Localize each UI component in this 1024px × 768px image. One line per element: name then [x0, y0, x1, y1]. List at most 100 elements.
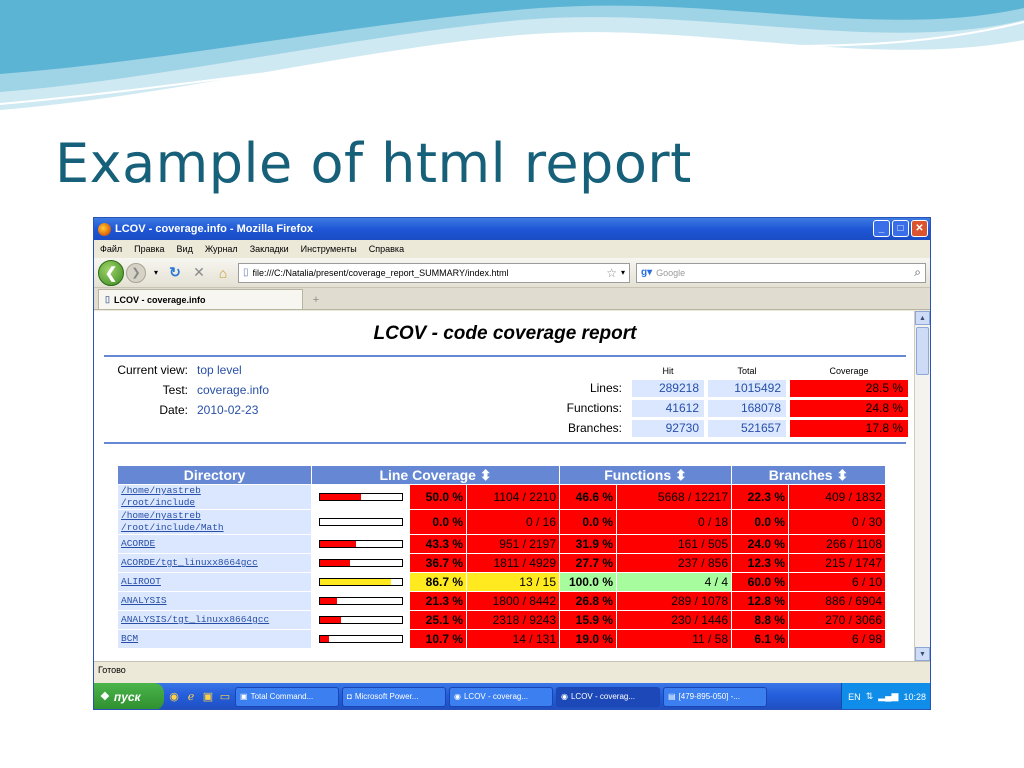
- table-row: BCM 10.7 % 14 / 131 19.0 % 11 / 58 6.1 % 6 / 9…: [118, 630, 885, 648]
- reload-icon[interactable]: ↻: [166, 264, 184, 281]
- ie-quicklaunch-icon[interactable]: ℯ: [184, 690, 198, 703]
- maximize-button[interactable]: □: [892, 220, 909, 237]
- signal-icon[interactable]: ▂▄▆: [878, 691, 898, 702]
- column-branches[interactable]: Branches ⬍: [732, 466, 885, 484]
- table-row: ALIROOT 86.7 % 13 / 15 100.0 % 4 / 4 60.0 % 6 …: [118, 573, 885, 591]
- menu-edit[interactable]: Правка: [134, 244, 164, 254]
- function-coverage-percent: 0.0 %: [560, 510, 616, 534]
- total-column-label: Total: [737, 366, 757, 376]
- task-label: LCOV - coverag...: [570, 692, 636, 701]
- coverage-bar-fill: [320, 636, 329, 642]
- close-button[interactable]: ✕: [911, 220, 928, 237]
- menu-file[interactable]: Файл: [100, 244, 122, 254]
- scroll-thumb[interactable]: [916, 327, 929, 375]
- new-tab-button[interactable]: +: [303, 291, 329, 309]
- task-powerpoint[interactable]: ◘ Microsoft Power...: [342, 686, 446, 707]
- directory-link-line2[interactable]: /root/include: [121, 497, 195, 508]
- directory-link[interactable]: BCM: [121, 633, 138, 644]
- branch-coverage-percent: 22.3 %: [732, 485, 788, 509]
- branch-coverage-count: 6 / 98: [789, 630, 885, 648]
- line-coverage-count: 14 / 131: [467, 630, 559, 648]
- current-view-link[interactable]: top level: [197, 363, 242, 377]
- directory-cell[interactable]: /home/nyastreb/root/include: [118, 485, 311, 509]
- menu-bookmarks[interactable]: Закладки: [250, 244, 289, 254]
- url-dropdown-icon[interactable]: ▾: [621, 268, 625, 277]
- summary-coverage-functions: 24.8 %: [790, 400, 908, 417]
- coverage-bar-cell: [312, 535, 409, 553]
- scroll-up-icon[interactable]: ▲: [915, 311, 930, 325]
- summary-total-lines: 1015492: [708, 380, 786, 397]
- branch-coverage-count: 266 / 1108: [789, 535, 885, 553]
- directory-cell[interactable]: ANALYSIS/tgt_linuxx8664gcc: [118, 611, 311, 629]
- test-label: Test:: [162, 383, 188, 397]
- line-coverage-percent: 0.0 %: [410, 510, 466, 534]
- menu-help[interactable]: Справка: [369, 244, 404, 254]
- save-quicklaunch-icon[interactable]: ▣: [201, 690, 215, 703]
- search-bar[interactable]: g▾ Google ⌕: [636, 262, 926, 283]
- directory-cell[interactable]: ALIROOT: [118, 573, 311, 591]
- directory-cell[interactable]: BCM: [118, 630, 311, 648]
- home-icon[interactable]: ⌂: [214, 265, 232, 281]
- back-arrow-icon[interactable]: ❮: [98, 259, 124, 286]
- desktop-quicklaunch-icon[interactable]: ▭: [218, 690, 232, 703]
- summary-hit-lines: 289218: [632, 380, 704, 397]
- chat-icon: ▤: [668, 692, 676, 701]
- directory-cell[interactable]: ACORDE/tgt_linuxx8664gcc: [118, 554, 311, 572]
- coverage-bar-cell: [312, 611, 409, 629]
- directory-link-line2[interactable]: /root/include/Math: [121, 522, 224, 533]
- stop-icon[interactable]: ✕: [190, 264, 208, 281]
- line-coverage-percent: 21.3 %: [410, 592, 466, 610]
- language-indicator[interactable]: EN: [848, 692, 861, 702]
- tab-lcov[interactable]: ▯ LCOV - coverage.info: [98, 289, 303, 309]
- menu-tools[interactable]: Инструменты: [301, 244, 357, 254]
- directory-link[interactable]: ACORDE: [121, 538, 155, 549]
- star-icon[interactable]: ☆: [606, 266, 617, 280]
- branch-coverage-percent: 8.8 %: [732, 611, 788, 629]
- menu-history[interactable]: Журнал: [205, 244, 238, 254]
- google-icon[interactable]: g▾: [641, 267, 652, 278]
- coverage-bar: [319, 578, 403, 586]
- task-label: Total Command...: [250, 692, 314, 701]
- minimize-button[interactable]: _: [873, 220, 890, 237]
- column-functions[interactable]: Functions ⬍: [560, 466, 731, 484]
- vertical-scrollbar[interactable]: ▲ ▼: [914, 311, 930, 661]
- table-row: ANALYSIS/tgt_linuxx8664gcc 25.1 % 2318 / 9…: [118, 611, 885, 629]
- tab-label: LCOV - coverage.info: [113, 294, 206, 305]
- coverage-bar-cell: [312, 510, 409, 534]
- branch-coverage-percent: 0.0 %: [732, 510, 788, 534]
- history-dropdown-icon[interactable]: ▾: [152, 268, 160, 277]
- directory-cell[interactable]: ACORDE: [118, 535, 311, 553]
- function-coverage-count: 0 / 18: [617, 510, 731, 534]
- directory-cell[interactable]: ANALYSIS: [118, 592, 311, 610]
- task-lcov-1[interactable]: ◉ LCOV - coverag...: [449, 686, 553, 707]
- task-chat[interactable]: ▤ [479-895-050] -...: [663, 686, 767, 707]
- function-coverage-percent: 26.8 %: [560, 592, 616, 610]
- menu-view[interactable]: Вид: [177, 244, 193, 254]
- url-bar[interactable]: ▯ file:///C:/Natalia/present/coverage_re…: [238, 262, 630, 283]
- start-button[interactable]: ❖ пуск: [94, 683, 164, 709]
- window-titlebar[interactable]: LCOV - coverage.info - Mozilla Firefox _…: [94, 218, 930, 240]
- directory-link[interactable]: ANALYSIS/tgt_linuxx8664gcc: [121, 614, 269, 625]
- task-total-commander[interactable]: ▣ Total Command...: [235, 686, 339, 707]
- directory-cell[interactable]: /home/nyastreb/root/include/Math: [118, 510, 311, 534]
- search-icon[interactable]: ⌕: [914, 265, 921, 280]
- column-line-coverage[interactable]: Line Coverage ⬍: [312, 466, 559, 484]
- column-directory[interactable]: Directory: [118, 466, 311, 484]
- network-icon[interactable]: ⇅: [866, 691, 874, 702]
- branch-coverage-count: 886 / 6904: [789, 592, 885, 610]
- directory-link[interactable]: /home/nyastreb: [121, 510, 201, 521]
- search-placeholder: Google: [656, 267, 686, 278]
- directory-link[interactable]: ALIROOT: [121, 576, 161, 587]
- function-coverage-count: 161 / 505: [617, 535, 731, 553]
- table-row: ACORDE 43.3 % 951 / 2197 31.9 % 161 / 505 24.…: [118, 535, 885, 553]
- firefox-quicklaunch-icon[interactable]: ◉: [167, 690, 181, 703]
- directory-link[interactable]: ANALYSIS: [121, 595, 167, 606]
- coverage-column-label: Coverage: [829, 366, 869, 376]
- directory-link[interactable]: /home/nyastreb: [121, 485, 201, 496]
- forward-arrow-icon[interactable]: ❯: [126, 262, 146, 283]
- directory-link[interactable]: ACORDE/tgt_linuxx8664gcc: [121, 557, 258, 568]
- scroll-down-icon[interactable]: ▼: [915, 647, 930, 661]
- branch-coverage-percent: 60.0 %: [732, 573, 788, 591]
- navigation-toolbar: ❮ ❯ ▾ ↻ ✕ ⌂ ▯ file:///C:/Natalia/present…: [94, 258, 930, 288]
- task-lcov-2[interactable]: ◉ LCOV - coverag...: [556, 686, 660, 707]
